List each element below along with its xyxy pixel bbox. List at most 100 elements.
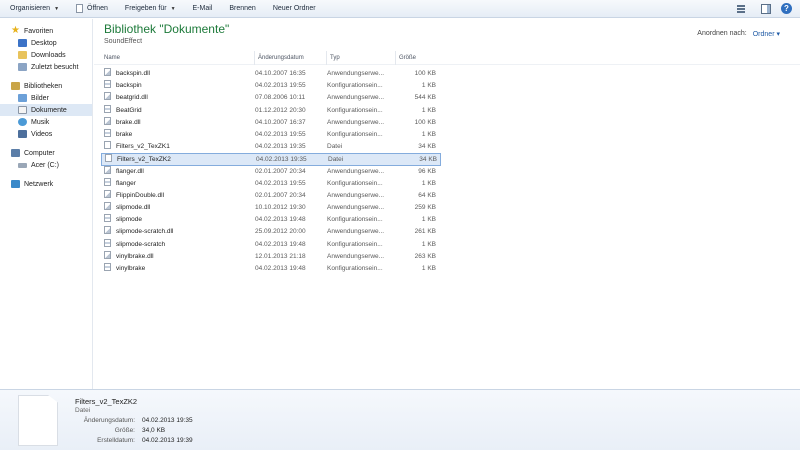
details-modified-value: 04.02.2013 19:35 [142, 417, 193, 424]
help-icon[interactable]: ? [781, 3, 792, 14]
email-button[interactable]: E-Mail [193, 0, 222, 18]
file-row[interactable]: backspin.dll 04.10.2007 16:35 Anwendungser… [101, 68, 441, 80]
file-row[interactable]: brake 04.02.2013 19:55 Konfigurationsein..… [101, 128, 441, 141]
nav-favorites-label: Favoriten [24, 27, 54, 35]
file-size: 100 KB [414, 70, 436, 77]
nav-videos[interactable]: Videos [0, 128, 92, 140]
library-title: Bibliothek "Dokumente" [104, 22, 230, 36]
file-type: Anwendungserwe... [327, 191, 385, 199]
file-name: FlippinDouble.dll [116, 191, 165, 199]
file-row[interactable]: flanger.dll 02.01.2007 20:34 Anwendungserw… [101, 165, 441, 178]
file-row[interactable]: backspin 04.02.2013 19:55 Konfigurationsei… [101, 80, 441, 92]
column-type[interactable]: Typ [326, 51, 394, 65]
file-name: Filters_v2_TexZK2 [117, 156, 171, 164]
config-file-icon [104, 238, 111, 247]
file-row[interactable]: beatgrid.dll 07.08.2006 10:11 Anwendungser… [101, 92, 441, 104]
file-name: slipmode.dll [116, 204, 151, 212]
details-file-name: Filters_v2_TexZK2 [75, 397, 138, 406]
details-modified: Änderungsdatum: 04.02.2013 19:35 [75, 417, 195, 427]
file-row[interactable]: slipmode-scratch 04.02.2013 19:48 Konfigur… [101, 238, 441, 251]
nav-drive-c-label: Acer (C:) [31, 161, 59, 169]
file-row[interactable]: BeatGrid 01.12.2012 20:30 Konfigurationsei… [101, 104, 441, 117]
nav-libraries-label: Bibliotheken [24, 82, 63, 90]
nav-downloads[interactable]: Downloads [0, 49, 92, 61]
dll-file-icon [104, 250, 111, 259]
file-date: 02.01.2007 20:34 [255, 191, 306, 199]
file-type: Datei [328, 156, 344, 164]
arrange-by: Anordnen nach: Ordner ▾ [697, 30, 780, 38]
documents-icon [18, 106, 27, 114]
file-thumbnail [18, 395, 58, 446]
open-button[interactable]: Öffnen [76, 0, 117, 18]
file-row[interactable]: vinylbrake 04.02.2013 19:48 Konfigurations… [101, 263, 441, 275]
file-date: 04.02.2013 19:35 [256, 156, 307, 164]
arrange-label: Anordnen nach: [697, 30, 747, 37]
file-name: beatgrid.dll [116, 94, 148, 102]
file-row[interactable]: slipmode-scratch.dll 25.09.2012 20:00 Anwe… [101, 226, 441, 238]
arrange-value: Ordner [752, 31, 775, 38]
file-type: Anwendungserwe... [327, 94, 385, 102]
file-name: vinylbrake [116, 265, 146, 272]
organize-button[interactable]: Organisieren ▼ [10, 0, 68, 18]
nav-computer[interactable]: Computer [0, 147, 92, 159]
nav-favorites[interactable]: ★ Favoriten [0, 25, 92, 37]
share-button[interactable]: Freigeben für ▼ [125, 0, 185, 18]
file-row[interactable]: Filters_v2_TexZK2 04.02.2013 19:35 Datei 34… [101, 153, 441, 166]
file-date: 01.12.2012 20:30 [255, 106, 306, 114]
file-row[interactable]: slipmode.dll 10.10.2012 19:30 Anwendungser… [101, 202, 441, 214]
dll-file-icon [104, 92, 111, 101]
chevron-down-icon: ▼ [170, 5, 176, 12]
burn-button[interactable]: Brennen [229, 0, 264, 18]
nav-music-label: Musik [31, 118, 50, 126]
nav-libraries[interactable]: Bibliotheken [0, 80, 92, 92]
nav-documents-label: Dokumente [31, 106, 67, 114]
file-type: Anwendungserwe... [327, 167, 385, 175]
email-label: E-Mail [192, 5, 213, 12]
file-name: vinylbrake.dll [116, 252, 154, 260]
nav-network[interactable]: Netzwerk [0, 178, 92, 190]
nav-music[interactable]: Musik [0, 116, 92, 128]
config-file-icon [104, 177, 111, 186]
nav-drive-c[interactable]: Acer (C:) [0, 159, 92, 171]
organize-label: Organisieren [10, 5, 51, 12]
arrange-dropdown[interactable]: Ordner ▾ [753, 30, 780, 38]
file-type: Anwendungserwe... [327, 252, 385, 260]
file-size: 1 KB [421, 82, 436, 90]
new-folder-button[interactable]: Neuer Ordner [273, 0, 325, 18]
file-type: Datei [327, 143, 343, 151]
column-size[interactable]: Größe [395, 51, 441, 65]
file-size: 1 KB [421, 240, 436, 248]
details-file-type: Datei [75, 407, 91, 414]
file-date: 10.10.2012 19:30 [255, 204, 306, 212]
preview-pane-icon[interactable] [761, 3, 771, 14]
nav-desktop[interactable]: Desktop [0, 37, 92, 49]
config-file-icon [104, 214, 111, 223]
change-view-icon[interactable] [737, 4, 751, 14]
file-row[interactable]: vinylbrake.dll 12.01.2013 21:18 Anwendungs… [101, 250, 441, 263]
file-type: Anwendungserwe... [327, 204, 385, 212]
file-row[interactable]: flanger 04.02.2013 19:55 Konfigurationsein… [101, 177, 441, 190]
file-size: 34 KB [418, 143, 436, 151]
file-row[interactable]: slipmode 04.02.2013 19:48 Konfigurationsei… [101, 214, 441, 226]
nav-pictures[interactable]: Bilder [0, 92, 92, 104]
file-type: Konfigurationsein... [327, 240, 383, 248]
file-date: 04.02.2013 19:48 [255, 216, 306, 224]
file-size: 1 KB [421, 265, 436, 272]
file-size: 261 KB [414, 228, 436, 236]
nav-recent[interactable]: Zuletzt besucht [0, 61, 92, 73]
nav-documents[interactable]: Dokumente [0, 104, 92, 116]
column-name[interactable]: Name [101, 51, 253, 65]
file-date: 04.02.2013 19:48 [255, 265, 306, 272]
file-row[interactable]: brake.dll 04.10.2007 16:37 Anwendungserwe.… [101, 116, 441, 129]
file-row[interactable]: Filters_v2_TexZK1 04.02.2013 19:35 Datei 34… [101, 141, 441, 153]
config-file-icon [104, 80, 111, 89]
file-size: 1 KB [421, 179, 436, 187]
details-size-label: Größe: [114, 427, 135, 434]
file-type: Konfigurationsein... [327, 82, 383, 90]
file-row[interactable]: FlippinDouble.dll 02.01.2007 20:34 Anwendu… [101, 189, 441, 202]
dll-file-icon [104, 165, 111, 174]
file-size: 1 KB [421, 106, 436, 114]
column-date[interactable]: Änderungsdatum [254, 51, 325, 65]
desktop-icon [18, 39, 27, 47]
downloads-folder-icon [18, 51, 27, 59]
